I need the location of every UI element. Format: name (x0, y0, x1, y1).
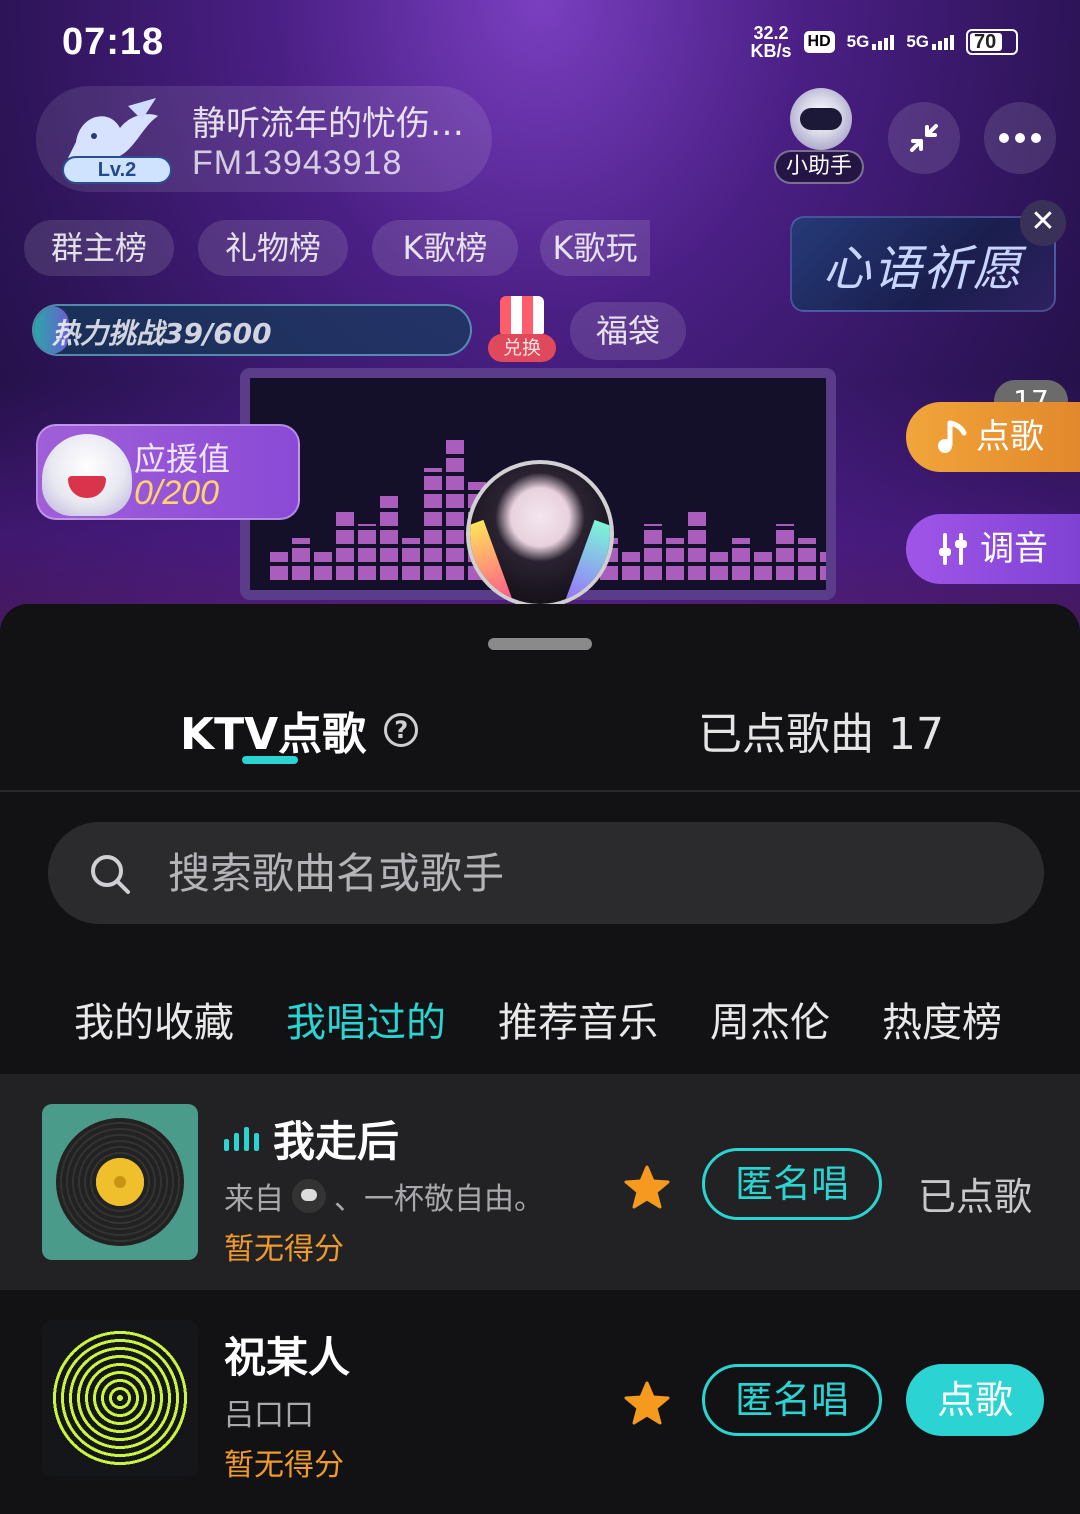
level-badge: Lv.2 (62, 156, 172, 184)
room-name: 静听流年的忧伤… (192, 104, 464, 144)
now-playing-icon (224, 1126, 259, 1151)
music-note-icon (938, 420, 967, 453)
status-icons: 32.2 KB/s HD 5G 5G 70 (751, 24, 1018, 60)
song-artist: 吕口口 (224, 1398, 314, 1433)
network-speed-unit: KB/s (750, 41, 792, 61)
song-source-user: 、一杯敬自由。 (334, 1182, 544, 1217)
chip-ksong-play[interactable]: K歌玩 (540, 220, 650, 276)
user-avatar-icon (292, 1179, 326, 1213)
song-score: 暂无得分 (224, 1232, 344, 1267)
more-icon (999, 133, 1041, 143)
heat-challenge-bar[interactable]: 热力挑战39/600 (32, 304, 472, 356)
song-source: 来自 、一杯敬自由。 (224, 1174, 544, 1218)
anonymous-sing-button[interactable]: 匿名唱 (702, 1148, 882, 1220)
tune-sliders-icon (939, 533, 967, 565)
tab-ktv-songs[interactable]: KTV点歌 ? (180, 698, 419, 762)
heat-challenge-label: 热力挑战39/600 (52, 317, 272, 350)
signal-2-label: 5G (906, 32, 929, 51)
lucky-bag-button[interactable]: 福袋 (570, 302, 686, 360)
ktv-sheet: KTV点歌 ? 已点歌曲 17 我的收藏 我唱过的 推荐音乐 周杰伦 热度榜 我… (0, 604, 1080, 1514)
support-value: 0/200 (134, 474, 220, 512)
network-speed-value: 32.2 (753, 23, 789, 43)
tab-ordered-songs[interactable]: 已点歌曲 17 (698, 698, 944, 762)
sheet-drag-handle[interactable] (488, 638, 592, 650)
song-title: 我走后 (273, 1117, 400, 1166)
category-tabs: 我的收藏 我唱过的 推荐音乐 周杰伦 热度榜 (74, 990, 1002, 1048)
song-row[interactable]: 祝某人 吕口口 暂无得分 匿名唱 点歌 (0, 1290, 1080, 1506)
chip-gift-rank[interactable]: 礼物榜 (198, 220, 348, 276)
song-artist-wrap: 吕口口 (224, 1390, 314, 1434)
chip-ksong-rank[interactable]: K歌榜 (372, 220, 518, 276)
tune-side-label: 调音 (980, 529, 1048, 569)
chip-group-leader-rank[interactable]: 群主榜 (24, 220, 174, 276)
status-bar: 07:18 32.2 KB/s HD 5G 5G 70 (0, 0, 1080, 84)
assistant-button[interactable]: 小助手 (774, 88, 866, 188)
room-info-card[interactable]: Lv.2 静听流年的忧伤… FM13943918 (36, 86, 492, 192)
star-icon[interactable] (622, 1380, 672, 1428)
song-cover (42, 1104, 198, 1260)
song-title-wrap: 祝某人 (224, 1324, 350, 1385)
mascot-icon (42, 434, 132, 516)
anonymous-sing-button[interactable]: 匿名唱 (702, 1364, 882, 1436)
help-icon[interactable]: ? (384, 713, 419, 747)
song-source-prefix: 来自 (224, 1182, 284, 1217)
song-cover (42, 1320, 198, 1476)
signal-1-label: 5G (846, 32, 870, 51)
search-bar[interactable] (48, 822, 1044, 924)
exchange-label: 兑换 (488, 334, 556, 362)
category-jay-chou[interactable]: 周杰伦 (710, 990, 830, 1048)
active-tab-indicator (242, 756, 298, 764)
shop-icon (500, 296, 544, 334)
close-icon[interactable]: ✕ (1020, 200, 1066, 246)
song-score: 暂无得分 (224, 1448, 344, 1483)
robot-icon (790, 88, 852, 150)
singer-avatar[interactable] (466, 460, 614, 608)
tune-side-button[interactable]: 调音 (906, 514, 1080, 584)
song-row[interactable]: 我走后 来自 、一杯敬自由。 暂无得分 匿名唱 已点歌 (0, 1074, 1080, 1290)
support-card[interactable]: 应援值 0/200 (36, 424, 300, 520)
battery-level: 70 (974, 30, 997, 53)
order-song-side-label: 点歌 (976, 417, 1044, 457)
search-icon (91, 855, 130, 894)
order-song-side-button[interactable]: 点歌 (906, 402, 1080, 472)
search-input[interactable] (168, 822, 1008, 924)
already-ordered-label: 已点歌 (918, 1175, 1033, 1219)
minimize-button[interactable] (888, 102, 960, 174)
assistant-label: 小助手 (774, 150, 864, 184)
category-my-favorites[interactable]: 我的收藏 (74, 990, 234, 1048)
wish-banner[interactable]: 心语祈愿 (790, 216, 1056, 312)
tab-ktv-label: KTV点歌 (180, 709, 367, 760)
song-title: 祝某人 (224, 1333, 351, 1382)
minimize-icon (910, 124, 938, 152)
more-button[interactable] (984, 102, 1056, 174)
category-sung-before[interactable]: 我唱过的 (286, 990, 446, 1048)
battery-icon: 70 (966, 29, 1018, 55)
exchange-button[interactable]: 兑换 (488, 296, 556, 366)
star-icon[interactable] (622, 1164, 672, 1212)
category-hot-chart[interactable]: 热度榜 (882, 990, 1002, 1048)
hd-icon: HD (803, 31, 835, 53)
signal-icon-sim1: 5G (846, 32, 895, 51)
song-title-wrap: 我走后 (224, 1108, 399, 1169)
room-id: FM13943918 (192, 144, 403, 182)
status-time: 07:18 (62, 20, 165, 63)
order-song-button[interactable]: 点歌 (906, 1364, 1044, 1436)
category-recommended[interactable]: 推荐音乐 (498, 990, 658, 1048)
tab-divider (0, 790, 1080, 792)
signal-icon-sim2: 5G (906, 32, 954, 51)
network-speed: 32.2 KB/s (751, 24, 792, 60)
